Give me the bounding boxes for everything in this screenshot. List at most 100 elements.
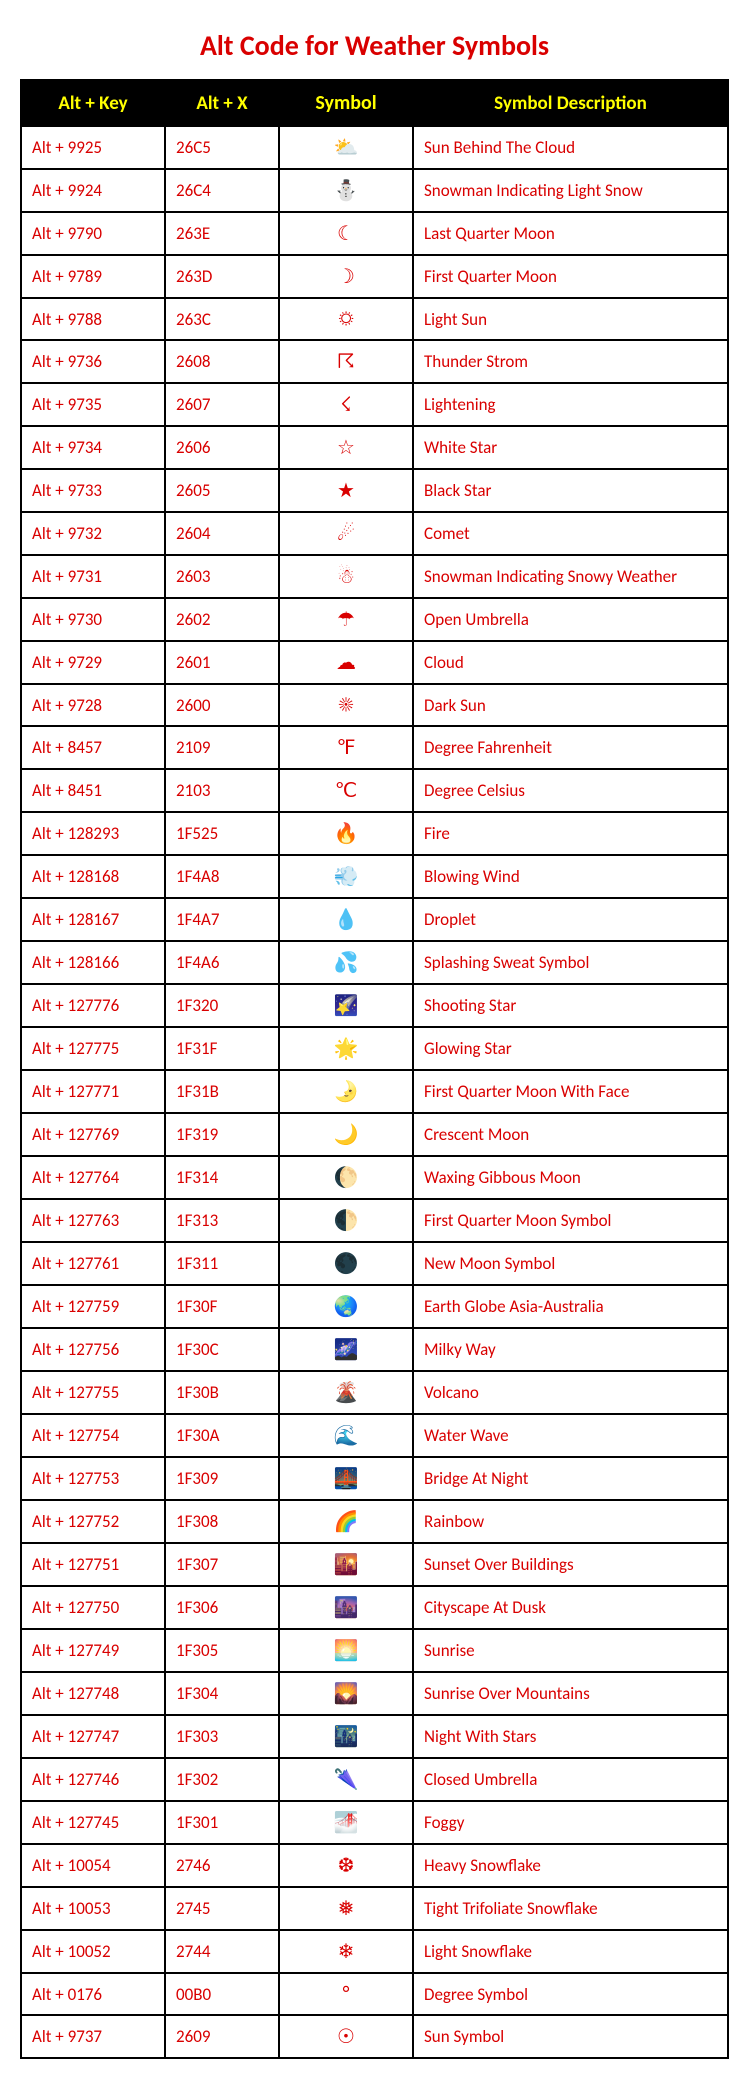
cell-symbol: 🌈 [279,1500,413,1543]
cell-altx: 1F302 [165,1758,279,1801]
cell-desc: Black Star [413,469,728,512]
cell-desc: Comet [413,512,728,555]
cell-symbol: 🌠 [279,984,413,1027]
cell-altkey: Alt + 9731 [21,555,165,598]
cell-symbol: 💨 [279,855,413,898]
table-row: Alt + 97282600☀Dark Sun [21,684,728,726]
cell-desc: Degree Celsius [413,769,728,812]
cell-desc: Sunrise Over Mountains [413,1672,728,1715]
cell-altkey: Alt + 127775 [21,1027,165,1070]
cell-symbol: ☂ [279,598,413,641]
cell-symbol: ❄ [279,1930,413,1973]
cell-symbol: 🌟 [279,1027,413,1070]
cell-symbol: 🌅 [279,1629,413,1672]
table-row: Alt + 9790263E☾Last Quarter Moon [21,212,728,255]
table-row: Alt + 97352607☇Lightening [21,383,728,426]
cell-desc: Blowing Wind [413,855,728,898]
cell-desc: First Quarter Moon [413,255,728,298]
cell-symbol: 🌏 [279,1285,413,1328]
cell-desc: Sun Behind The Cloud [413,126,728,169]
cell-altx: 2601 [165,641,279,684]
cell-desc: Crescent Moon [413,1113,728,1156]
cell-altx: 1F305 [165,1629,279,1672]
table-row: Alt + 100532745❅Tight Trifoliate Snowfla… [21,1887,728,1930]
cell-desc: Bridge At Night [413,1457,728,1500]
cell-altkey: Alt + 128293 [21,812,165,855]
cell-altx: 1F4A6 [165,941,279,984]
cell-symbol: 🌌 [279,1328,413,1371]
cell-altkey: Alt + 128167 [21,898,165,941]
table-row: Alt + 1277761F320🌠Shooting Star [21,984,728,1027]
cell-desc: Earth Globe Asia-Australia [413,1285,728,1328]
cell-altx: 1F30C [165,1328,279,1371]
cell-altkey: Alt + 9735 [21,383,165,426]
cell-desc: Waxing Gibbous Moon [413,1156,728,1199]
table-row: Alt + 1277641F314🌔Waxing Gibbous Moon [21,1156,728,1199]
cell-altx: 1F4A8 [165,855,279,898]
cell-symbol: ☁ [279,641,413,684]
cell-symbol: 🌓 [279,1199,413,1242]
cell-altkey: Alt + 127752 [21,1500,165,1543]
cell-altkey: Alt + 127763 [21,1199,165,1242]
cell-symbol: 🌄 [279,1672,413,1715]
cell-symbol: ★ [279,469,413,512]
table-row: Alt + 1277711F31B🌛First Quarter Moon Wit… [21,1070,728,1113]
cell-altkey: Alt + 9728 [21,684,165,726]
table-row: Alt + 97322604☄Comet [21,512,728,555]
cell-altx: 1F525 [165,812,279,855]
table-row: Alt + 97302602☂Open Umbrella [21,598,728,641]
cell-desc: Open Umbrella [413,598,728,641]
cell-symbol: ☄ [279,512,413,555]
cell-symbol: 🌁 [279,1801,413,1844]
cell-altkey: Alt + 127753 [21,1457,165,1500]
cell-altkey: Alt + 10053 [21,1887,165,1930]
table-row: Alt + 100542746❆Heavy Snowflake [21,1844,728,1887]
cell-desc: New Moon Symbol [413,1242,728,1285]
cell-desc: Heavy Snowflake [413,1844,728,1887]
cell-altx: 1F313 [165,1199,279,1242]
cell-altx: 2606 [165,426,279,469]
cell-desc: Last Quarter Moon [413,212,728,255]
cell-desc: Fire [413,812,728,855]
cell-altkey: Alt + 128168 [21,855,165,898]
header-altkey: Alt + Key [21,80,165,126]
table-row: Alt + 1277531F309🌉Bridge At Night [21,1457,728,1500]
cell-altx: 2746 [165,1844,279,1887]
cell-altx: 263C [165,298,279,340]
table-row: Alt + 1281681F4A8💨Blowing Wind [21,855,728,898]
cell-desc: First Quarter Moon Symbol [413,1199,728,1242]
cell-altx: 2605 [165,469,279,512]
cell-altkey: Alt + 127749 [21,1629,165,1672]
cell-desc: Thunder Strom [413,340,728,383]
table-row: Alt + 1277511F307🌇Sunset Over Buildings [21,1543,728,1586]
cell-altx: 1F309 [165,1457,279,1500]
table-row: Alt + 1281661F4A6💦Splashing Sweat Symbol [21,941,728,984]
cell-altx: 2745 [165,1887,279,1930]
cell-desc: Sunset Over Buildings [413,1543,728,1586]
table-row: Alt + 97342606☆White Star [21,426,728,469]
cell-desc: Night With Stars [413,1715,728,1758]
cell-altx: 1F30A [165,1414,279,1457]
table-row: Alt + 84572109℉Degree Fahrenheit [21,726,728,769]
cell-altx: 26C4 [165,169,279,212]
cell-desc: Dark Sun [413,684,728,726]
cell-altkey: Alt + 9730 [21,598,165,641]
cell-altx: 1F319 [165,1113,279,1156]
cell-symbol: ☼ [279,298,413,340]
cell-symbol: ☇ [279,383,413,426]
cell-symbol: ⛄ [279,169,413,212]
cell-altkey: Alt + 9790 [21,212,165,255]
cell-altx: 2103 [165,769,279,812]
cell-altx: 2603 [165,555,279,598]
cell-symbol: ☾ [279,212,413,255]
table-row: Alt + 1277631F313🌓First Quarter Moon Sym… [21,1199,728,1242]
cell-desc: Degree Symbol [413,1973,728,2015]
cell-altkey: Alt + 9925 [21,126,165,169]
cell-altkey: Alt + 127776 [21,984,165,1027]
cell-altkey: Alt + 127748 [21,1672,165,1715]
cell-desc: Light Sun [413,298,728,340]
table-row: Alt + 1277471F303🌃Night With Stars [21,1715,728,1758]
cell-altkey: Alt + 127745 [21,1801,165,1844]
cell-altkey: Alt + 127750 [21,1586,165,1629]
cell-altkey: Alt + 10052 [21,1930,165,1973]
